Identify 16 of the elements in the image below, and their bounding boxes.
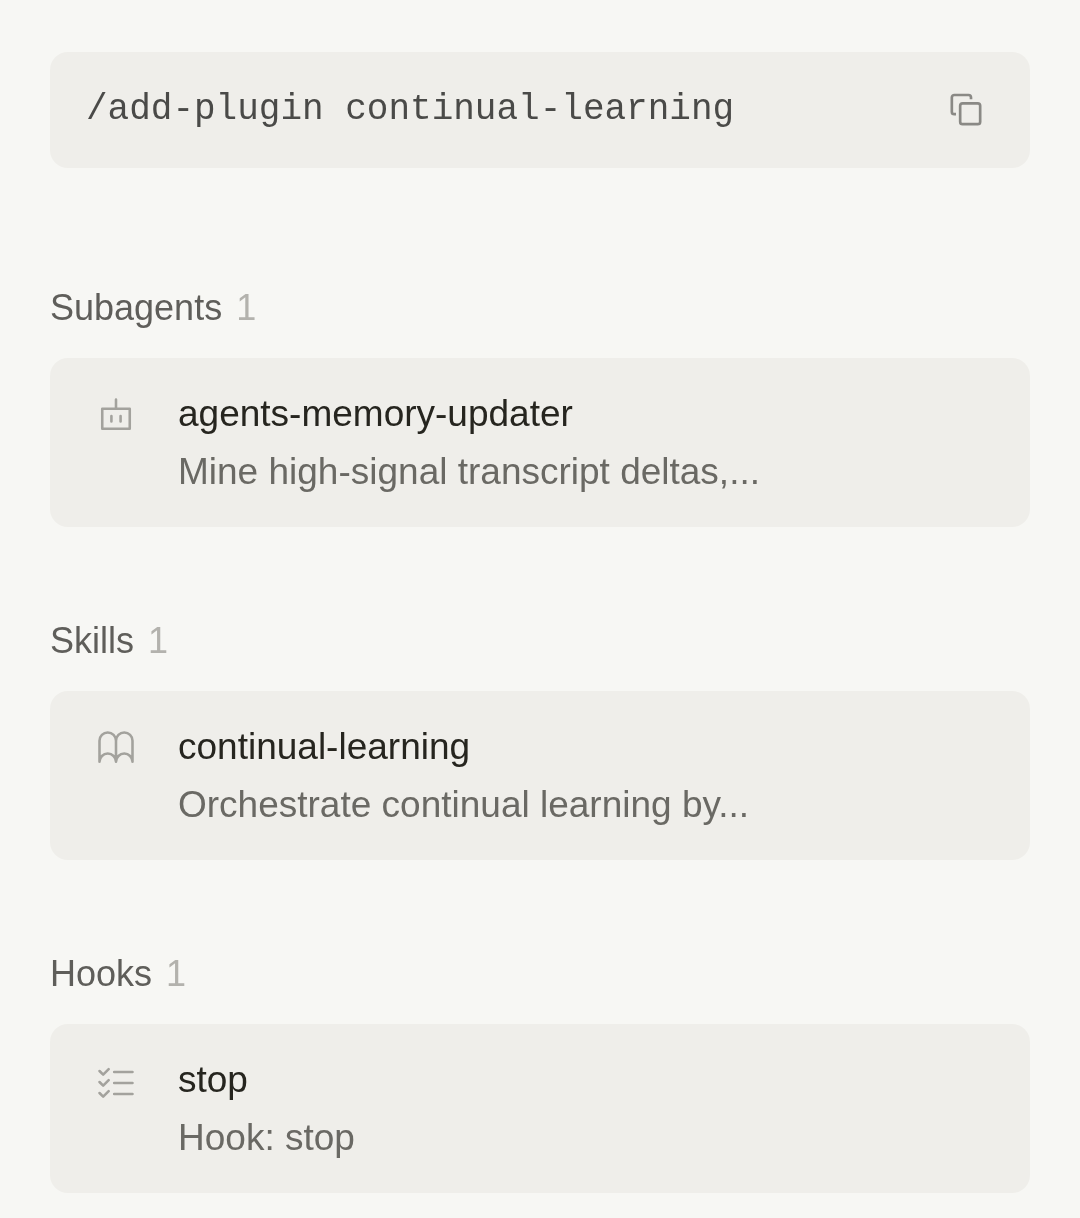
section-title: Subagents <box>50 288 223 328</box>
section-title: Skills <box>50 621 134 661</box>
section-title: Hooks <box>50 954 153 994</box>
item-card[interactable]: agents-memory-updater Mine high-signal transcript deltas,... <box>50 358 1030 527</box>
section-count: 1 <box>148 621 169 661</box>
item-description: Orchestrate continual learning by... <box>178 783 750 827</box>
item-title: continual-learning <box>178 725 472 769</box>
item-description: Mine high-signal transcript deltas,... <box>178 450 760 494</box>
item-title: stop <box>178 1058 249 1102</box>
item-title: agents-memory-updater <box>178 392 574 436</box>
section-count: 1 <box>166 954 187 994</box>
item-card[interactable]: stop Hook: stop <box>50 1024 1030 1193</box>
command-text: /add-plugin continual-learning <box>86 88 735 132</box>
item-card[interactable]: continual-learning Orchestrate continual learning by... <box>50 691 1030 860</box>
item-description: Hook: stop <box>178 1116 355 1160</box>
section-count: 1 <box>236 288 257 328</box>
